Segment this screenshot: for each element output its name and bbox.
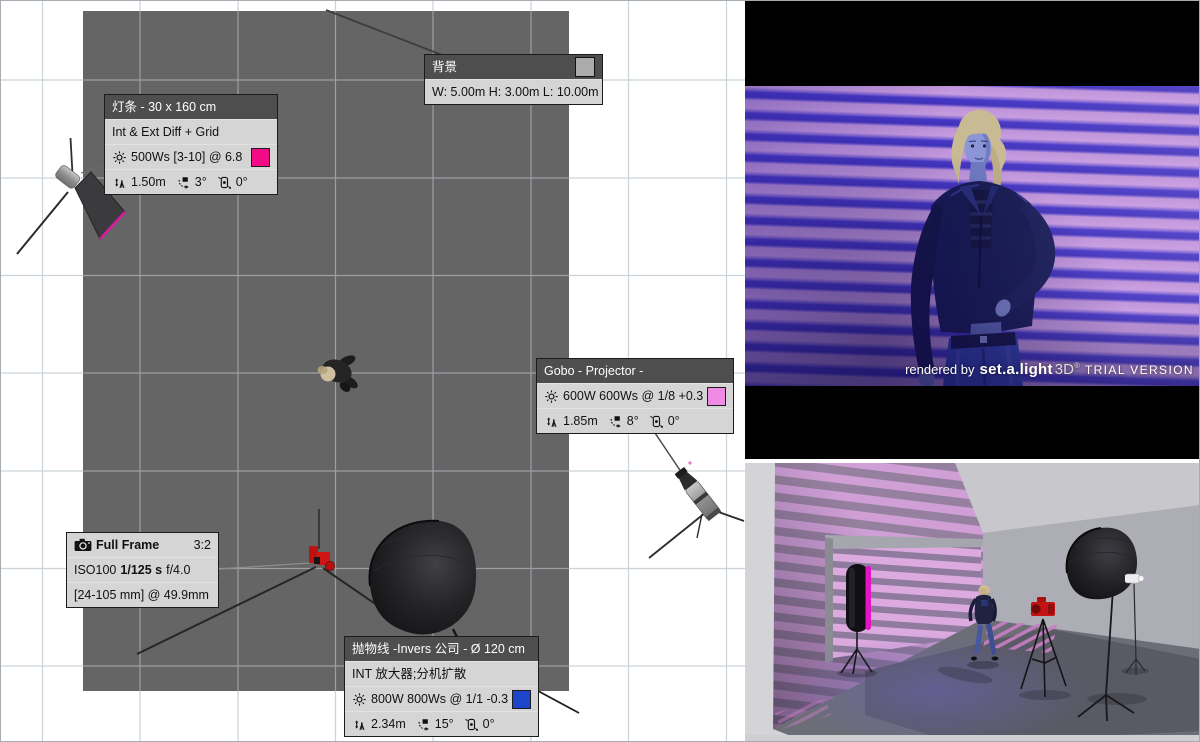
stand-height-icon xyxy=(352,717,367,732)
lens-value: [24-105 mm] @ 49.9mm xyxy=(74,587,209,602)
gobo-title: Gobo - Projector - xyxy=(544,363,644,378)
camera-model-row: Full Frame 3:2 xyxy=(67,533,218,557)
strip-light-pink-face xyxy=(865,566,871,630)
roll-value: 0° xyxy=(482,716,495,731)
modifier-label: Int & Ext Diff + Grid xyxy=(112,124,220,139)
parabolic-title: 抛物线 -Invers 公司 - Ø 120 cm xyxy=(352,641,525,656)
rendered-photo: rendered by set.a.light 3D® TRIAL VERSIO… xyxy=(745,86,1199,386)
power-icon xyxy=(544,389,559,404)
tooltip-gobo-projector[interactable]: Gobo - Projector - 600W 600Ws @ 1/8 +0.3… xyxy=(536,358,734,434)
modifier-row: INT 放大器;分机扩散 xyxy=(345,661,538,686)
tilt-value: 15° xyxy=(434,716,454,731)
viewport-3d-panel[interactable] xyxy=(745,463,1199,741)
aperture-value: f/4.0 xyxy=(166,562,191,577)
stand-height-value: 1.50m xyxy=(131,174,166,189)
shutter-value: 1/125 s xyxy=(120,562,163,577)
backdrop-title: 背景 xyxy=(432,59,458,74)
stand-height-icon xyxy=(544,414,559,429)
lens-row: [24-105 mm] @ 49.9mm xyxy=(67,582,218,607)
tooltip-strip-light[interactable]: 灯条 - 30 x 160 cm Int & Ext Diff + Grid 5… xyxy=(104,94,278,195)
strip-light-title: 灯条 - 30 x 160 cm xyxy=(112,99,217,114)
backdrop-dimensions: W: 5.00m H: 3.00m L: 10.00m xyxy=(432,84,599,99)
roll-value: 0° xyxy=(235,174,248,189)
aspect-ratio: 3:2 xyxy=(193,537,211,552)
tooltip-title: 灯条 - 30 x 160 cm xyxy=(105,95,277,119)
tilt-value: 3° xyxy=(194,174,207,189)
position-row: 1.85m 8° 0° xyxy=(537,408,733,433)
watermark: rendered by set.a.light 3D® TRIAL VERSIO… xyxy=(905,361,1194,378)
power-row: 800W 800Ws @ 1/1 -0.3 xyxy=(345,686,538,711)
watermark-prefix: rendered by xyxy=(905,362,975,377)
stand-height-value: 1.85m xyxy=(563,413,598,428)
tilt-icon xyxy=(608,414,623,429)
watermark-brand: set.a.light xyxy=(979,361,1053,378)
tooltip-title: 抛物线 -Invers 公司 - Ø 120 cm xyxy=(345,637,538,661)
backdrop-color-swatch[interactable] xyxy=(575,57,595,77)
power-label: 800W 800Ws @ 1/1 -0.3 xyxy=(371,691,509,706)
tooltip-camera[interactable]: Full Frame 3:2 ISO100 1/125 s f/4.0 [24-… xyxy=(66,532,219,608)
tooltip-title: Gobo - Projector - xyxy=(537,359,733,383)
tilt-value: 8° xyxy=(626,413,639,428)
power-row: 500Ws [3-10] @ 6.8 xyxy=(105,144,277,169)
tooltip-title: 背景 xyxy=(425,55,602,79)
power-label: 600W 600Ws @ 1/8 +0.3 xyxy=(563,388,704,403)
scene-3d xyxy=(745,463,1199,741)
modifier-row: Int & Ext Diff + Grid xyxy=(105,119,277,144)
watermark-3d: 3D® xyxy=(1054,361,1080,378)
iso-value: ISO100 xyxy=(74,562,117,577)
position-row: 1.50m 3° 0° xyxy=(105,169,277,194)
stand-height-icon xyxy=(112,175,127,190)
position-row: 2.34m 15° 0° xyxy=(345,711,538,736)
power-label: 500Ws [3-10] @ 6.8 xyxy=(131,149,243,164)
roll-value: 0° xyxy=(667,413,680,428)
camera-model: Full Frame xyxy=(96,537,160,552)
tooltip-backdrop[interactable]: 背景 W: 5.00m H: 3.00m L: 10.00m xyxy=(424,54,603,105)
modifier-label: INT 放大器;分机扩散 xyxy=(352,666,467,681)
power-row: 600W 600Ws @ 1/8 +0.3 xyxy=(537,383,733,408)
exposure-row: ISO100 1/125 s f/4.0 xyxy=(67,557,218,582)
tooltip-parabolic[interactable]: 抛物线 -Invers 公司 - Ø 120 cm INT 放大器;分机扩散 8… xyxy=(344,636,539,737)
power-icon xyxy=(352,692,367,707)
roll-icon xyxy=(464,717,479,732)
photo-lighting-overlay xyxy=(745,86,1199,386)
render-preview-panel[interactable]: rendered by set.a.light 3D® TRIAL VERSIO… xyxy=(745,1,1199,459)
gel-color-swatch[interactable] xyxy=(707,386,727,406)
gel-color-swatch[interactable] xyxy=(512,689,532,709)
stand-height-value: 2.34m xyxy=(371,716,406,731)
plan-viewport[interactable]: 灯条 - 30 x 160 cm Int & Ext Diff + Grid 5… xyxy=(1,1,745,741)
set-a-light-3d-window: 灯条 - 30 x 160 cm Int & Ext Diff + Grid 5… xyxy=(0,0,1200,742)
tilt-icon xyxy=(416,717,431,732)
roll-icon xyxy=(217,175,232,190)
camera-icon xyxy=(74,538,92,553)
dimensions-row: W: 5.00m H: 3.00m L: 10.00m xyxy=(425,79,602,104)
power-icon xyxy=(112,150,127,165)
watermark-trial: TRIAL VERSION xyxy=(1084,363,1194,377)
tilt-icon xyxy=(176,175,191,190)
gel-color-swatch[interactable] xyxy=(251,147,270,167)
roll-icon xyxy=(649,414,664,429)
